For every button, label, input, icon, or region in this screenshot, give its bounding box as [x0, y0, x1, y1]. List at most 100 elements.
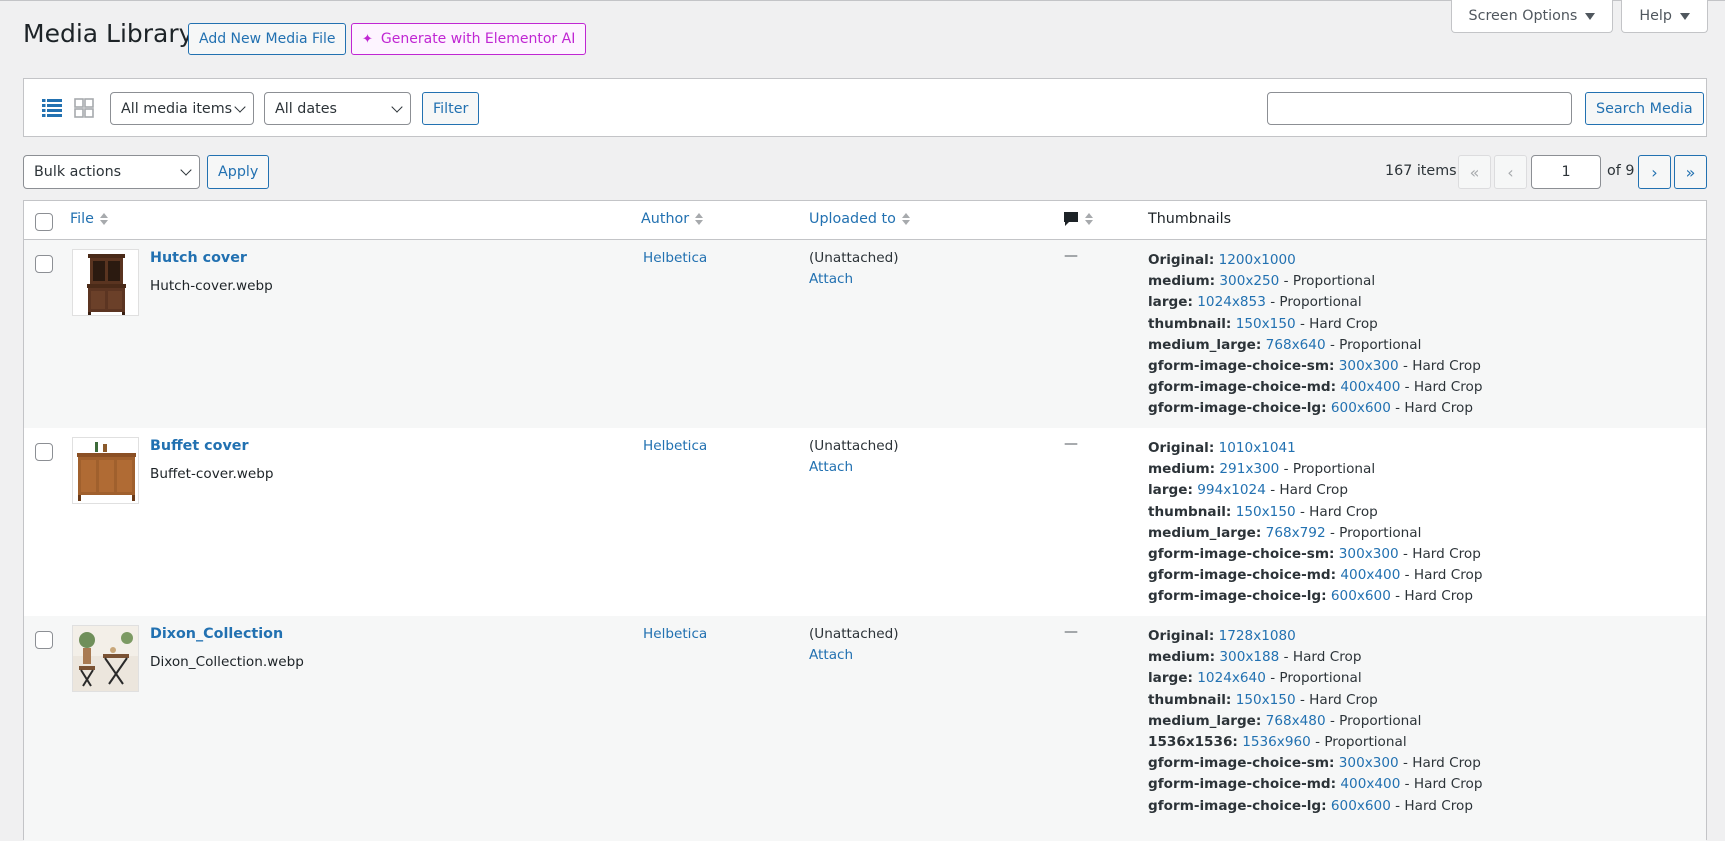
dates-select[interactable]: All dates: [264, 92, 411, 125]
author-link[interactable]: Helbetica: [643, 438, 707, 454]
help-button[interactable]: Help: [1621, 0, 1708, 33]
column-author-label: Author: [641, 211, 690, 227]
row-checkbox[interactable]: [35, 255, 53, 273]
items-count: 167 items: [1385, 163, 1457, 179]
list-view-icon[interactable]: [41, 97, 63, 119]
size-link[interactable]: 300x250: [1219, 273, 1279, 289]
size-link[interactable]: 300x300: [1339, 755, 1399, 771]
dixon-collection-image: [73, 626, 138, 691]
attach-link[interactable]: Attach: [809, 459, 853, 475]
size-link[interactable]: 291x300: [1219, 461, 1279, 477]
size-row: thumbnail: 150x150 - Hard Crop: [1148, 314, 1482, 335]
media-title-link[interactable]: Hutch cover: [150, 250, 247, 266]
size-link[interactable]: 600x600: [1331, 400, 1391, 416]
size-link[interactable]: 400x400: [1340, 379, 1400, 395]
size-link[interactable]: 1024x640: [1197, 670, 1266, 686]
add-new-media-button[interactable]: Add New Media File: [188, 23, 347, 55]
column-file[interactable]: File: [70, 211, 108, 227]
size-link[interactable]: 300x300: [1339, 546, 1399, 562]
generate-elementor-ai-button[interactable]: ✦ Generate with Elementor AI: [351, 23, 587, 55]
screen-options-button[interactable]: Screen Options: [1450, 0, 1614, 33]
size-link[interactable]: 994x1024: [1197, 482, 1266, 498]
size-link[interactable]: 150x150: [1236, 504, 1296, 520]
author-link[interactable]: Helbetica: [643, 626, 707, 642]
size-link[interactable]: 400x400: [1340, 567, 1400, 583]
table-header: File Author Uploaded to Thumbnails: [24, 201, 1706, 240]
size-link[interactable]: 400x400: [1340, 776, 1400, 792]
prev-page-button[interactable]: ‹: [1494, 155, 1527, 189]
size-link[interactable]: 1536x960: [1242, 734, 1311, 750]
size-link[interactable]: 1010x1041: [1219, 440, 1296, 456]
grid-view-icon[interactable]: [73, 97, 95, 119]
size-row: thumbnail: 150x150 - Hard Crop: [1148, 690, 1482, 711]
table-row: Dixon_Collection Dixon_Collection.webp H…: [24, 616, 1706, 841]
size-link[interactable]: 768x480: [1266, 713, 1326, 729]
size-link[interactable]: 150x150: [1236, 316, 1296, 332]
media-thumbnail[interactable]: [72, 437, 139, 504]
size-name: large:: [1148, 294, 1193, 311]
size-link[interactable]: 768x640: [1266, 337, 1326, 353]
size-name: gform-image-choice-lg:: [1148, 400, 1327, 417]
size-link[interactable]: 600x600: [1331, 798, 1391, 814]
first-page-button[interactable]: «: [1458, 155, 1491, 189]
size-row: medium_large: 768x640 - Proportional: [1148, 335, 1482, 356]
size-name: thumbnail:: [1148, 691, 1232, 708]
column-comments[interactable]: [1063, 211, 1093, 227]
size-row: gform-image-choice-sm: 300x300 - Hard Cr…: [1148, 753, 1482, 774]
size-type: - Proportional: [1329, 712, 1422, 729]
media-title-link[interactable]: Dixon_Collection: [150, 626, 283, 642]
table-row: Hutch cover Hutch-cover.webp Helbetica (…: [24, 240, 1706, 428]
size-link[interactable]: 300x300: [1339, 358, 1399, 374]
row-checkbox[interactable]: [35, 631, 53, 649]
apply-button[interactable]: Apply: [207, 155, 270, 189]
size-type: - Proportional: [1283, 273, 1376, 290]
search-input[interactable]: [1267, 92, 1572, 125]
select-all-checkbox[interactable]: [35, 213, 53, 231]
size-type: - Hard Crop: [1404, 567, 1483, 584]
size-row: large: 1024x853 - Proportional: [1148, 292, 1482, 313]
thumbnail-sizes-list: Original: 1728x1080 medium: 300x188 - Ha…: [1148, 626, 1482, 817]
next-page-button[interactable]: ›: [1638, 155, 1671, 189]
total-pages: of 9: [1607, 163, 1635, 179]
size-link[interactable]: 150x150: [1236, 692, 1296, 708]
bulk-actions-select[interactable]: Bulk actions: [23, 155, 200, 189]
column-uploaded-to-label: Uploaded to: [809, 211, 896, 227]
attach-link[interactable]: Attach: [809, 271, 853, 287]
media-thumbnail[interactable]: [72, 625, 139, 692]
buffet-image: [73, 438, 138, 503]
column-author[interactable]: Author: [641, 211, 704, 227]
size-type: - Hard Crop: [1404, 379, 1483, 396]
media-thumbnail[interactable]: [72, 249, 139, 316]
sparkle-icon: ✦: [362, 31, 373, 47]
size-row: large: 1024x640 - Proportional: [1148, 668, 1482, 689]
column-uploaded-to[interactable]: Uploaded to: [809, 211, 910, 227]
search-media-button[interactable]: Search Media: [1585, 92, 1704, 125]
size-link[interactable]: 1200x1000: [1219, 252, 1296, 268]
thumbnail-sizes-list: Original: 1200x1000 medium: 300x250 - Pr…: [1148, 250, 1482, 420]
screen-options-label: Screen Options: [1468, 8, 1578, 24]
filter-button[interactable]: Filter: [422, 92, 480, 125]
size-type: - Proportional: [1283, 461, 1376, 478]
media-type-select[interactable]: All media items: [110, 92, 254, 125]
media-title-link[interactable]: Buffet cover: [150, 438, 249, 454]
size-link[interactable]: 600x600: [1331, 588, 1391, 604]
sort-icon: [1085, 213, 1093, 225]
size-name: gform-image-choice-md:: [1148, 567, 1337, 584]
size-link[interactable]: 1728x1080: [1219, 628, 1296, 644]
media-filename: Hutch-cover.webp: [150, 278, 273, 294]
size-type: - Hard Crop: [1404, 776, 1483, 793]
size-row: gform-image-choice-sm: 300x300 - Hard Cr…: [1148, 356, 1482, 377]
size-link[interactable]: 300x188: [1219, 649, 1279, 665]
last-page-button[interactable]: »: [1674, 155, 1707, 189]
size-link[interactable]: 768x792: [1266, 525, 1326, 541]
author-link[interactable]: Helbetica: [643, 250, 707, 266]
current-page-input[interactable]: 1: [1531, 155, 1601, 189]
size-row: Original: 1010x1041: [1148, 438, 1482, 459]
size-type: - Proportional: [1329, 336, 1422, 353]
attach-link[interactable]: Attach: [809, 647, 853, 663]
size-row: 1536x1536: 1536x960 - Proportional: [1148, 732, 1482, 753]
row-checkbox[interactable]: [35, 443, 53, 461]
size-row: medium_large: 768x792 - Proportional: [1148, 523, 1482, 544]
uploaded-to-status: (Unattached): [809, 438, 899, 454]
size-link[interactable]: 1024x853: [1197, 294, 1266, 310]
